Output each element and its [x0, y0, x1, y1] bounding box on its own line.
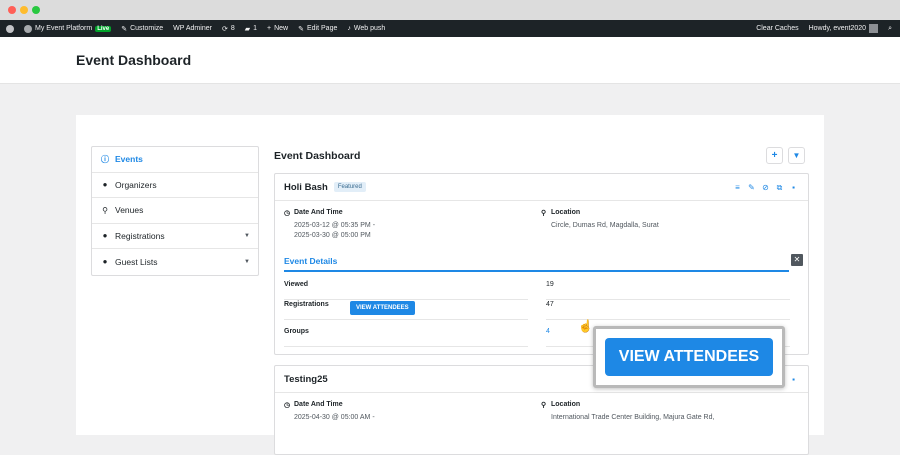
view-attendees-button[interactable]: VIEW ATTENDEES: [350, 301, 415, 315]
updates-icon: ⟳: [221, 25, 228, 33]
sidebar-item-registrations[interactable]: ● Registrations ▼: [92, 224, 258, 249]
web-push-link[interactable]: ♪ Web push: [347, 25, 385, 32]
clear-caches-link[interactable]: Clear Caches: [756, 25, 798, 32]
home-icon: [24, 24, 32, 33]
search-icon[interactable]: ⌕: [888, 25, 892, 33]
clock-icon: ◷: [284, 210, 291, 217]
comment-icon: ▰: [244, 25, 251, 33]
date-end: 2025-03-30 @ 05:00 PM: [294, 232, 371, 239]
event-card-header: Holi Bash Featured ≡ ✎ ⊘ ⧉ ▪: [275, 174, 808, 201]
edit-page-link[interactable]: ✎ Edit Page: [298, 25, 337, 33]
comments-link[interactable]: ▰ 1: [245, 25, 257, 33]
live-badge: Live: [95, 25, 112, 32]
wp-adminer-link[interactable]: WP Adminer: [173, 25, 212, 32]
page-header: Event Dashboard: [0, 37, 900, 84]
site-name-link[interactable]: My Event Platform Live: [24, 24, 112, 33]
close-details-button[interactable]: ✕: [791, 254, 803, 266]
event-meta: ◷ Date And Time 2025-03-12 @ 05:35 PM - …: [275, 201, 808, 245]
map-pin-icon: ⚲: [541, 402, 547, 409]
event-actions: ▪: [789, 375, 798, 384]
location-value: International Trade Center Building, Maj…: [551, 414, 715, 421]
sidebar-nav: ⓘ Events ● Organizers ⚲ Venues ● Registr…: [91, 146, 259, 276]
users-icon: ●: [102, 257, 108, 267]
date-start: 2025-04-30 @ 05:00 AM -: [294, 414, 375, 421]
clock-icon: ◷: [284, 402, 291, 409]
page-title: Event Dashboard: [76, 52, 192, 68]
filter-button[interactable]: ▼: [788, 147, 805, 164]
event-meta: ◷ Date And Time 2025-04-30 @ 05:00 AM - …: [275, 393, 808, 437]
bell-icon: ♪: [347, 25, 351, 32]
customize-link[interactable]: ✎ Customize: [121, 25, 163, 33]
view-attendees-zoomed-button[interactable]: VIEW ATTENDEES: [605, 338, 773, 376]
event-details-title: Event Details: [284, 256, 338, 266]
sidebar-item-guest-lists[interactable]: ● Guest Lists ▼: [92, 249, 258, 275]
event-title[interactable]: Testing25: [284, 374, 328, 385]
location-value: Circle, Dumas Rd, Magdalla, Surat: [551, 222, 659, 229]
copy-icon[interactable]: ⧉: [775, 183, 784, 192]
pencil-icon: ✎: [298, 25, 304, 33]
trash-icon[interactable]: ▪: [789, 183, 798, 192]
info-icon: ⓘ: [101, 154, 109, 164]
cancel-icon[interactable]: ⊘: [761, 183, 770, 192]
map-pin-icon: ⚲: [102, 205, 108, 215]
date-start: 2025-03-12 @ 05:35 PM -: [294, 222, 376, 229]
avatar: [869, 24, 879, 33]
plus-icon: +: [771, 150, 778, 161]
wordpress-logo-icon[interactable]: [6, 24, 14, 33]
user-icon: ●: [102, 180, 108, 190]
close-window-dot[interactable]: [8, 6, 16, 14]
minimize-window-dot[interactable]: [20, 6, 28, 14]
zoom-callout: VIEW ATTENDEES: [593, 326, 785, 388]
filter-icon: ▼: [792, 151, 801, 160]
list-icon[interactable]: ≡: [733, 183, 742, 192]
sidebar-item-organizers[interactable]: ● Organizers: [92, 173, 258, 198]
event-title[interactable]: Holi Bash: [284, 182, 328, 193]
users-icon: ●: [102, 231, 108, 241]
event-actions: ≡ ✎ ⊘ ⧉ ▪: [733, 183, 798, 192]
maximize-window-dot[interactable]: [32, 6, 40, 14]
edit-icon[interactable]: ✎: [747, 183, 756, 192]
updates-link[interactable]: ⟳ 8: [222, 25, 235, 33]
sidebar-item-events[interactable]: ⓘ Events: [92, 147, 258, 173]
main-title: Event Dashboard: [274, 150, 361, 162]
date-label: Date And Time: [294, 401, 343, 408]
chevron-down-icon: ▼: [244, 232, 250, 239]
add-event-button[interactable]: +: [766, 147, 783, 164]
details-row: Viewed 19: [284, 276, 790, 300]
date-label: Date And Time: [294, 209, 343, 216]
map-pin-icon: ⚲: [541, 210, 547, 217]
location-label: Location: [551, 209, 581, 216]
sidebar-item-venues[interactable]: ⚲ Venues: [92, 198, 258, 224]
featured-badge: Featured: [333, 182, 366, 192]
window-titlebar: [0, 0, 900, 20]
plus-icon: +: [267, 25, 272, 32]
trash-icon[interactable]: ▪: [789, 375, 798, 384]
hand-cursor-icon: ☝: [578, 319, 593, 333]
howdy-user-menu[interactable]: Howdy, event2020: [809, 24, 879, 33]
details-divider: [284, 270, 789, 272]
admin-bar: My Event Platform Live ✎ Customize WP Ad…: [0, 20, 900, 37]
new-link[interactable]: + New: [267, 25, 288, 32]
location-label: Location: [551, 401, 581, 408]
brush-icon: ✎: [121, 25, 128, 33]
chevron-down-icon: ▼: [244, 258, 250, 265]
